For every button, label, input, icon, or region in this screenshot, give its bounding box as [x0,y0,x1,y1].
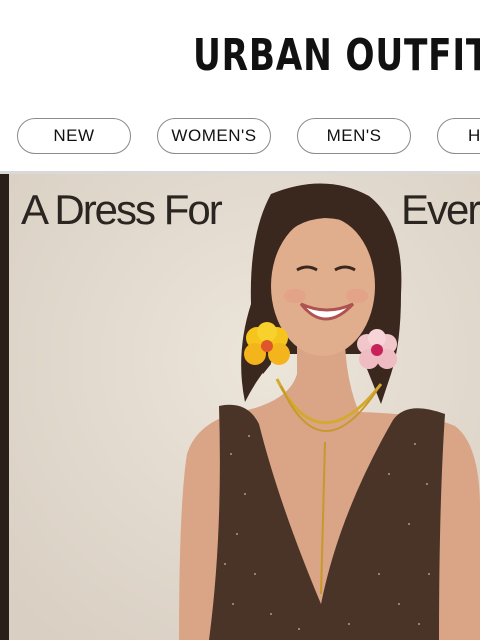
site-header: URBAN OUTFITTERS [0,0,480,112]
nav-item-womens[interactable]: WOMEN'S [157,118,271,154]
hero-banner[interactable]: A Dress For Every [0,174,480,640]
nav-item-mens[interactable]: MEN'S [297,118,411,154]
category-nav: NEW WOMEN'S MEN'S HOME [0,112,480,170]
model-photo-icon [9,174,480,640]
brand-logo[interactable]: URBAN OUTFITTERS [193,30,480,81]
hero-headline-right: Every [401,186,480,233]
previous-slide-edge[interactable] [0,174,9,640]
hero-headline-left: A Dress For [21,186,223,233]
nav-item-home[interactable]: HOME [437,118,480,154]
nav-item-new[interactable]: NEW [17,118,131,154]
